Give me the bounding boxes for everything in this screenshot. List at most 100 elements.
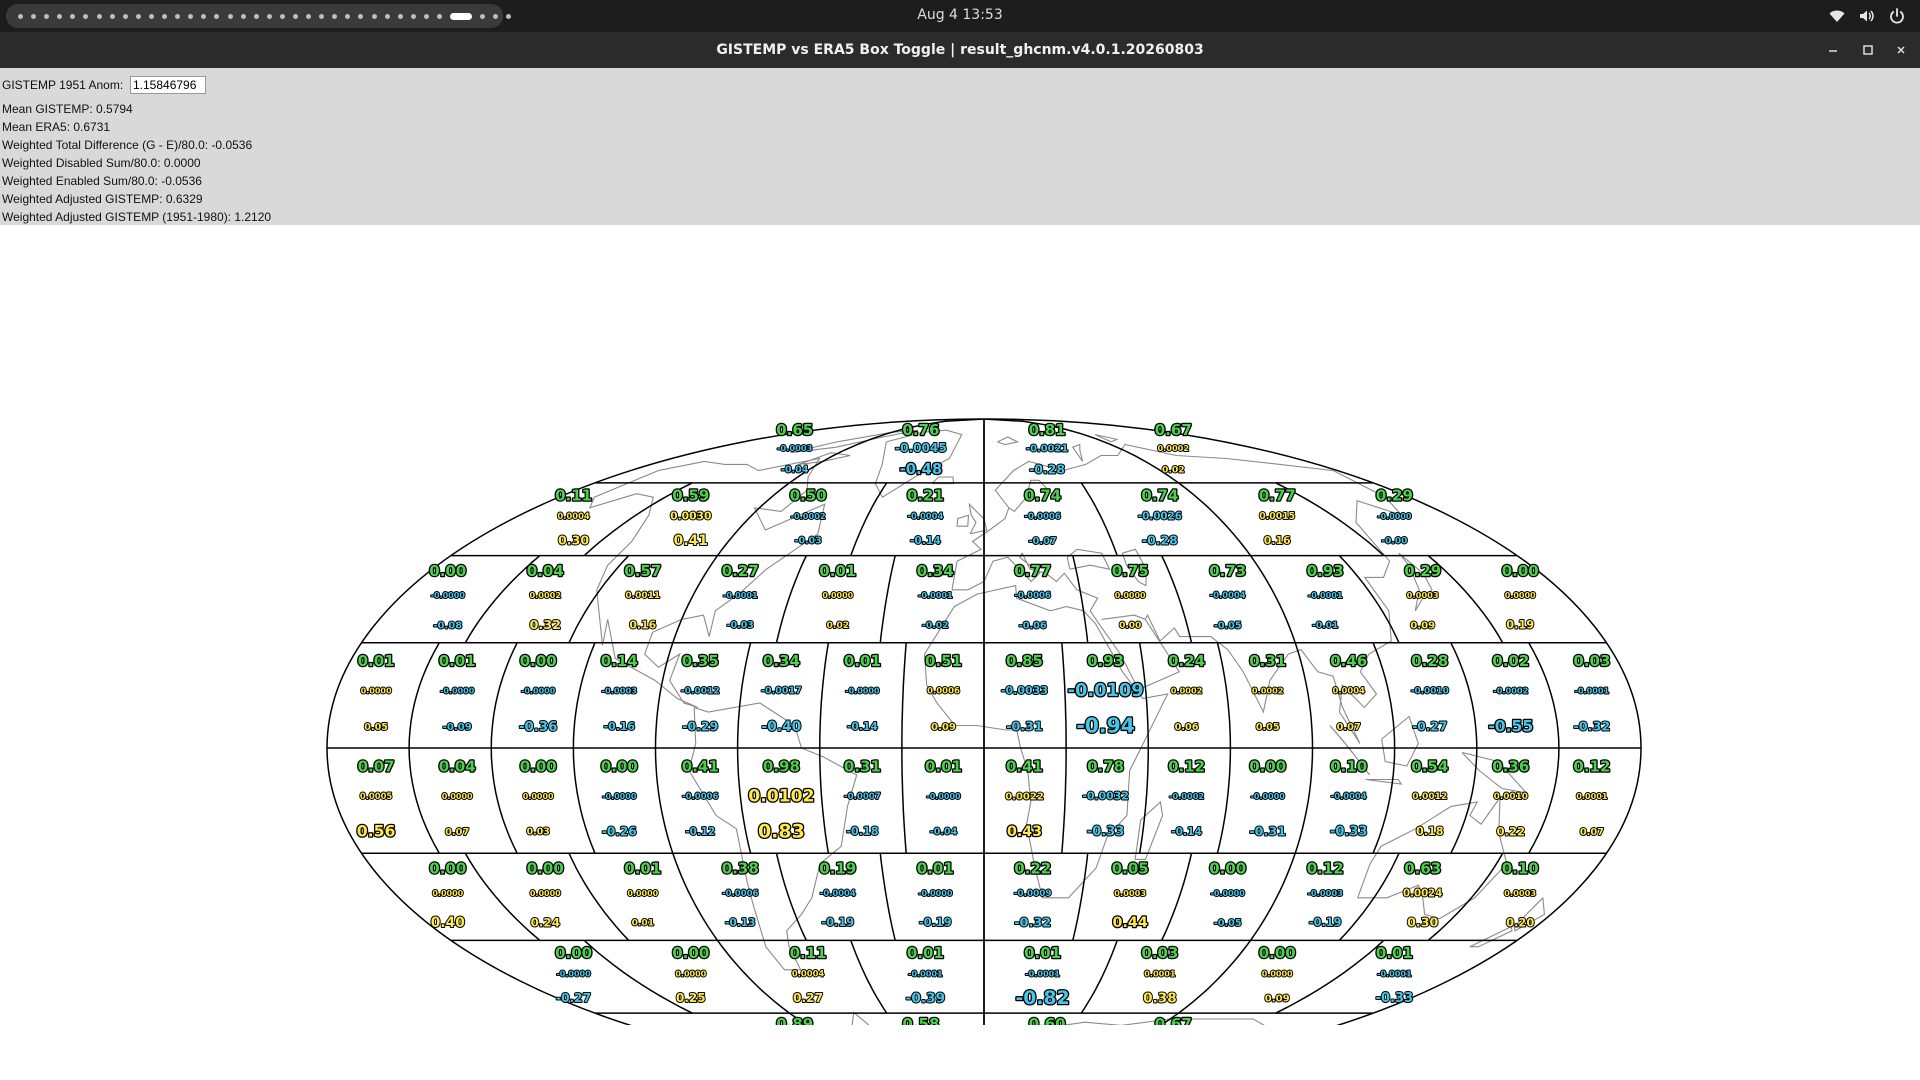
system-tray[interactable] xyxy=(1828,0,1906,32)
volume-icon[interactable] xyxy=(1858,8,1876,24)
box-cell[interactable]: 0.01 -0.0000 -0.19 xyxy=(915,858,955,930)
box-weight-label: 0.01 xyxy=(439,652,476,670)
box-cell[interactable]: 0.01 -0.0000 -0.14 xyxy=(843,651,883,734)
close-button[interactable] xyxy=(1892,41,1910,59)
box-cell[interactable]: 0.78 -0.0032 -0.33 xyxy=(1081,756,1130,841)
box-weighted-diff-label: -0.0017 xyxy=(761,686,802,697)
box-cell[interactable]: 0.73 -0.0004 -0.05 xyxy=(1208,560,1248,632)
box-cell[interactable]: 0.00 -0.0000 -0.27 xyxy=(554,943,594,1006)
box-weight-label: 0.35 xyxy=(682,652,719,670)
box-cell[interactable]: 0.27 -0.0001 -0.03 xyxy=(720,560,760,631)
window-title: GISTEMP vs ERA5 Box Toggle | result_ghcn… xyxy=(716,42,1204,58)
box-diff-label: -0.04 xyxy=(781,465,809,476)
box-cell[interactable]: 0.01 -0.0001 -0.39 xyxy=(905,943,946,1008)
box-diff-label: 0.02 xyxy=(826,620,849,631)
box-cell[interactable]: 0.21 -0.0004 -0.14 xyxy=(906,485,946,548)
box-cell[interactable]: 0.03 -0.0001 -0.32 xyxy=(1572,651,1612,736)
box-cell[interactable]: 0.34 -0.0001 -0.02 xyxy=(915,560,955,631)
box-weighted-diff-label: 0.0005 xyxy=(360,791,392,801)
box-cell[interactable]: 0.76 -0.0045 -0.48 xyxy=(894,420,948,480)
box-cell[interactable]: 0.65 -0.0003 -0.04 xyxy=(775,420,815,477)
box-cell[interactable]: 0.00 0.0000 0.25 xyxy=(671,943,711,1006)
box-weighted-diff-label: -0.0000 xyxy=(845,687,880,696)
box-cell[interactable]: 0.04 0.0002 0.32 xyxy=(525,560,565,633)
box-cell[interactable]: 0.74 -0.0026 -0.28 xyxy=(1137,485,1183,548)
box-cell[interactable]: 0.07 0.0005 0.56 xyxy=(355,756,396,842)
box-diff-label: 0.07 xyxy=(1337,722,1361,733)
box-cell[interactable]: 0.00 -0.0000 -0.36 xyxy=(518,651,558,736)
box-cell[interactable]: 0.57 0.0011 0.16 xyxy=(623,560,663,632)
box-cell[interactable]: 0.00 -0.0000 -0.26 xyxy=(599,756,639,840)
box-weight-label: 0.05 xyxy=(1112,860,1149,878)
box-cell[interactable]: 0.36 0.0010 0.22 xyxy=(1491,756,1531,840)
box-cell[interactable]: 0.22 -0.0009 -0.32 xyxy=(1013,858,1053,931)
box-cell[interactable]: 0.41 0.0022 0.43 xyxy=(1004,756,1045,841)
anom-input[interactable] xyxy=(130,76,206,94)
box-cell[interactable]: 0.81 -0.0021 -0.28 xyxy=(1025,420,1069,478)
box-cell[interactable]: 0.14 -0.0003 -0.16 xyxy=(599,651,639,734)
box-cell[interactable]: 0.02 -0.0002 -0.55 xyxy=(1487,651,1535,737)
box-cell[interactable]: 0.00 0.0000 0.19 xyxy=(1500,560,1540,632)
box-cell[interactable]: 0.580.00160.22 xyxy=(901,1014,941,1025)
box-cell[interactable]: 0.41 -0.0006 -0.12 xyxy=(680,756,720,839)
box-diff-label: 0.09 xyxy=(931,722,956,733)
box-weighted-diff-label: 0.0015 xyxy=(1259,511,1295,522)
box-cell[interactable]: 0.93 -0.0001 -0.01 xyxy=(1305,560,1345,631)
box-cell[interactable]: 0.77 -0.0006 -0.06 xyxy=(1013,560,1053,632)
box-cell[interactable]: 0.11 0.0004 0.30 xyxy=(554,485,594,548)
power-icon[interactable] xyxy=(1888,8,1906,24)
box-weighted-diff-label: -0.0006 xyxy=(722,889,758,899)
box-cell[interactable]: 0.05 0.0003 0.44 xyxy=(1110,858,1150,932)
box-cell[interactable]: 0.54 0.0012 0.18 xyxy=(1410,756,1450,839)
box-cell[interactable]: 0.50 -0.0002 -0.03 xyxy=(788,485,828,547)
box-weighted-diff-label: -0.0004 xyxy=(1210,590,1246,600)
box-map[interactable]: 0.65 -0.0003 -0.04 0.76 -0.0045 -0.48 0.81 -0.0… xyxy=(0,225,1920,1025)
minimize-button[interactable] xyxy=(1824,41,1842,59)
box-cell[interactable]: 0.10 -0.0004 -0.33 xyxy=(1329,756,1369,841)
box-cell[interactable]: 0.00 -0.0000 -0.08 xyxy=(428,560,468,632)
box-cell[interactable]: 0.74 -0.0006 -0.07 xyxy=(1023,485,1063,548)
box-cell[interactable]: 0.31 -0.0007 -0.18 xyxy=(843,756,883,839)
box-cell[interactable]: 0.00 0.0000 0.24 xyxy=(525,858,565,930)
box-weighted-diff-label: 0.0001 xyxy=(1576,791,1608,801)
box-weighted-diff-label: 0.0011 xyxy=(625,591,660,601)
box-cell[interactable]: 0.11 0.0004 0.27 xyxy=(788,943,828,1006)
clock[interactable]: Aug 4 13:53 xyxy=(0,0,1920,32)
box-cell[interactable]: 0.19 -0.0004 -0.19 xyxy=(818,858,858,930)
box-cell[interactable]: 0.38 -0.0006 -0.13 xyxy=(720,858,760,930)
box-weighted-diff-label: -0.0003 xyxy=(1307,888,1343,898)
box-cell[interactable]: 0.35 -0.0012 -0.29 xyxy=(680,651,721,735)
box-cell[interactable]: 0.10 0.0003 0.20 xyxy=(1500,858,1540,930)
box-cell[interactable]: 0.29 -0.0000 -0.00 xyxy=(1375,485,1415,547)
box-cell[interactable]: 0.85 -0.0033 -0.31 xyxy=(1000,651,1049,735)
box-cell[interactable]: 0.00 -0.0000 -0.31 xyxy=(1248,756,1288,840)
box-cell[interactable]: 0.28 -0.0010 -0.27 xyxy=(1410,651,1450,735)
box-weight-label: 0.11 xyxy=(555,487,592,505)
box-cell[interactable]: 0.59 0.0030 0.41 xyxy=(669,485,712,550)
box-diff-label: -0.26 xyxy=(602,825,637,839)
box-cell[interactable]: 0.63 0.0024 0.30 xyxy=(1402,858,1443,930)
box-cell[interactable]: 0.34 -0.0017 -0.40 xyxy=(760,651,803,736)
box-cell[interactable]: 0.01 -0.0001 -0.33 xyxy=(1375,943,1415,1007)
box-diff-label: -0.03 xyxy=(795,536,822,547)
box-weighted-diff-label: 0.0010 xyxy=(1494,792,1528,802)
box-weighted-diff-label: 0.0012 xyxy=(1412,792,1447,802)
box-diff-label: 0.56 xyxy=(357,822,396,841)
box-weighted-diff-label: -0.0001 xyxy=(723,590,758,600)
box-cell[interactable]: 0.03 0.0001 0.38 xyxy=(1140,943,1180,1008)
box-weight-label: 0.12 xyxy=(1573,757,1610,775)
box-weighted-diff-label: -0.0000 xyxy=(521,687,556,696)
box-cell[interactable]: 0.00 0.0000 0.40 xyxy=(428,858,468,932)
box-diff-label: -0.31 xyxy=(1249,824,1286,839)
wifi-icon[interactable] xyxy=(1828,8,1846,24)
box-cell[interactable]: 0.00 -0.0000 -0.05 xyxy=(1208,858,1248,930)
box-cell[interactable]: 0.12 -0.0003 -0.19 xyxy=(1305,858,1345,930)
mean-era5: Mean ERA5: 0.6731 xyxy=(2,120,111,134)
box-weight-label: 0.11 xyxy=(790,944,827,962)
window-titlebar[interactable]: GISTEMP vs ERA5 Box Toggle | result_ghcn… xyxy=(0,32,1920,68)
maximize-button[interactable] xyxy=(1859,41,1877,59)
box-cell[interactable]: 0.12 -0.0002 -0.14 xyxy=(1167,756,1207,839)
box-cell[interactable]: 0.77 0.0015 0.16 xyxy=(1257,485,1297,548)
box-weighted-diff-label: 0.0030 xyxy=(670,509,711,522)
box-diff-label: -0.00 xyxy=(1381,537,1407,547)
